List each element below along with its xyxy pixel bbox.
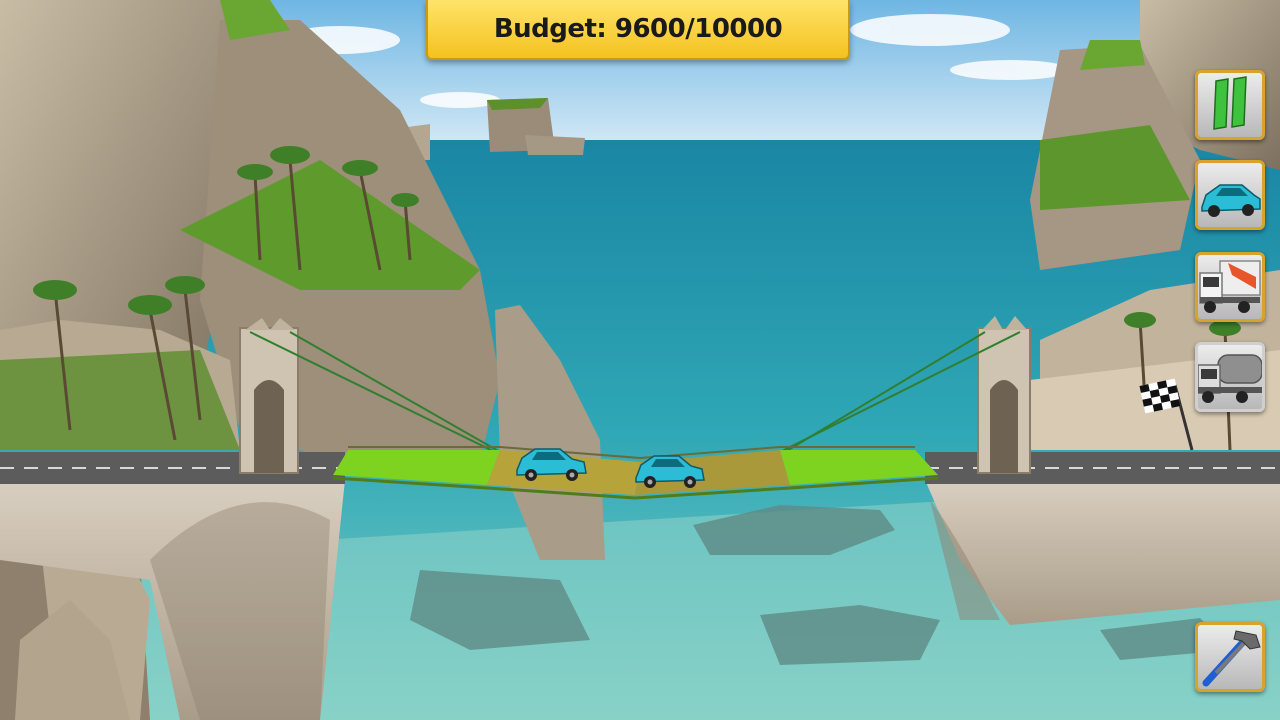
pause-button[interactable] bbox=[1195, 70, 1265, 140]
hammer-wrench-icon bbox=[1202, 630, 1261, 687]
build-mode-button[interactable] bbox=[1195, 622, 1265, 692]
truck-test-button[interactable] bbox=[1195, 252, 1265, 322]
game-scene bbox=[0, 0, 1280, 720]
tanker-test-button[interactable] bbox=[1195, 342, 1265, 412]
car-test-button[interactable] bbox=[1195, 160, 1265, 230]
tanker-truck-icon bbox=[1198, 354, 1262, 403]
budget-text: Budget: 9600/10000 bbox=[493, 14, 783, 44]
truck-icon bbox=[1199, 260, 1261, 313]
right-abutment bbox=[925, 480, 1280, 625]
car-icon bbox=[1201, 184, 1261, 217]
pause-icon bbox=[1213, 76, 1247, 130]
budget-banner: Budget: 9600/10000 bbox=[426, 0, 850, 60]
